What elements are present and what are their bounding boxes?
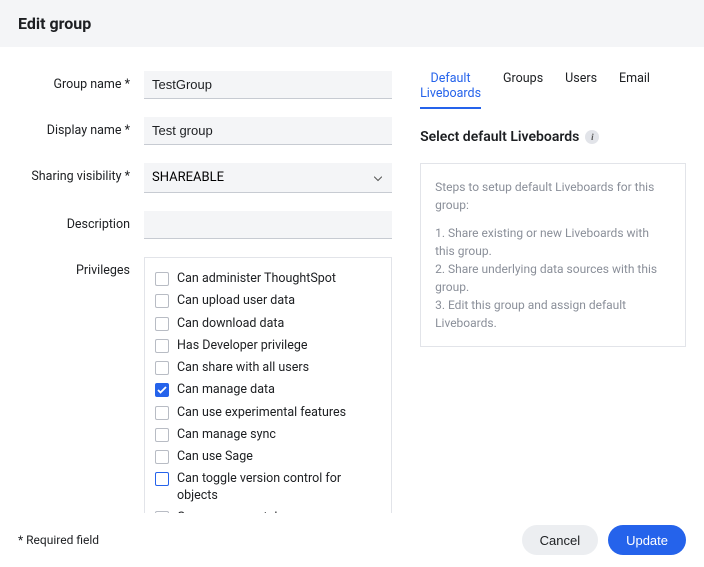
privileges-list: Can administer ThoughtSpot Can upload use… [144,257,392,543]
display-name-input[interactable] [144,117,392,145]
checkbox-icon[interactable] [155,406,169,420]
privilege-item[interactable]: Can use Sage [153,446,383,468]
description-label: Description [18,211,144,232]
privilege-label: Can upload user data [177,293,295,309]
checkbox-icon[interactable] [155,339,169,353]
required-note: * Required field [18,533,99,547]
privilege-item[interactable]: Can download data [153,313,383,335]
sharing-visibility-select[interactable]: SHAREABLE [144,163,392,193]
privilege-label: Has Developer privilege [177,338,307,354]
right-section-title: Select default Liveboards i [420,129,686,145]
info-box: Steps to setup default Liveboards for th… [420,163,686,347]
info-icon[interactable]: i [585,130,599,144]
privilege-label: Can toggle version control for objects [177,471,381,504]
checkbox-icon[interactable] [155,472,169,486]
privilege-item[interactable]: Can use experimental features [153,402,383,424]
info-step: 2. Share underlying data sources with th… [435,260,671,296]
privilege-item[interactable]: Can upload user data [153,290,383,312]
tabs: Default Liveboards Groups Users Email [420,71,686,109]
checkbox-icon[interactable] [155,317,169,331]
checkbox-icon[interactable] [155,450,169,464]
privilege-label: Can download data [177,316,284,332]
checkbox-icon[interactable] [155,272,169,286]
right-panel: Default Liveboards Groups Users Email Selec… [420,71,686,561]
privilege-item[interactable]: Can administer ThoughtSpot [153,268,383,290]
tab-email[interactable]: Email [619,71,650,109]
info-intro: Steps to setup default Liveboards for th… [435,178,671,214]
update-button[interactable]: Update [608,525,686,555]
privilege-label: Can use experimental features [177,405,346,421]
group-name-input[interactable] [144,71,392,99]
privilege-item[interactable]: Can manage sync [153,424,383,446]
privilege-label: Can manage data [177,382,275,398]
info-step: 3. Edit this group and assign default Li… [435,296,671,332]
checkbox-icon[interactable] [155,428,169,442]
privilege-label: Can manage sync [177,427,276,443]
checkbox-icon[interactable] [155,383,169,397]
info-step: 1. Share existing or new Liveboards with… [435,224,671,260]
dialog-footer: * Required field Cancel Update [0,513,704,567]
right-title-text: Select default Liveboards [420,129,579,145]
privilege-label: Can share with all users [177,360,309,376]
privileges-label: Privileges [18,257,144,278]
description-input[interactable] [144,211,392,239]
sharing-visibility-value: SHAREABLE [152,170,224,185]
tab-default-liveboards[interactable]: Default Liveboards [420,71,481,109]
caret-down-icon [374,170,382,185]
checkbox-icon[interactable] [155,361,169,375]
privilege-label: Can administer ThoughtSpot [177,271,336,287]
privilege-item[interactable]: Has Developer privilege [153,335,383,357]
privilege-item[interactable]: Can toggle version control for objects [153,468,383,507]
checkbox-icon[interactable] [155,294,169,308]
sharing-visibility-label: Sharing visibility * [18,163,144,184]
privilege-item[interactable]: Can share with all users [153,357,383,379]
cancel-button[interactable]: Cancel [522,525,598,555]
privilege-label: Can use Sage [177,449,253,465]
display-name-label: Display name * [18,117,144,138]
privilege-item[interactable]: Can manage data [153,379,383,401]
dialog-header: Edit group [0,0,704,47]
tab-groups[interactable]: Groups [503,71,543,109]
group-name-label: Group name * [18,71,144,92]
form-panel: Group name * Display name * Sharing visi… [18,71,392,561]
dialog-title: Edit group [18,14,686,33]
tab-users[interactable]: Users [565,71,597,109]
